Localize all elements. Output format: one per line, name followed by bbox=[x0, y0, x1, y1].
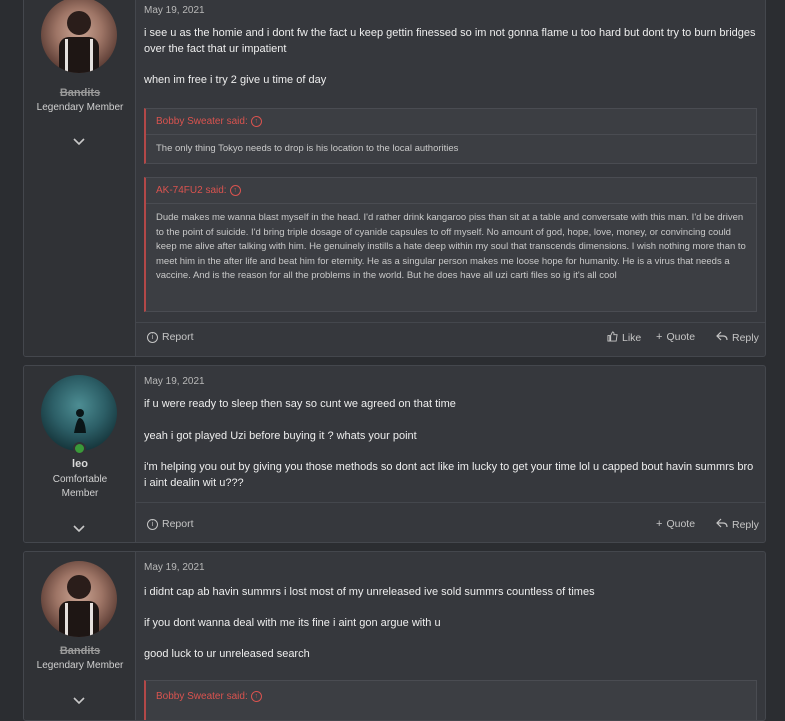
like-button[interactable]: Like bbox=[607, 331, 641, 345]
info-circle-icon: i bbox=[147, 331, 158, 343]
message-paragraph: yeah i got played Uzi before buying it ?… bbox=[144, 430, 417, 442]
user-column: leo Comfortable Member bbox=[24, 366, 136, 542]
post-footer-divider bbox=[136, 322, 765, 323]
quote-divider bbox=[146, 203, 756, 204]
quote-text: Dude makes me wanna blast myself in the … bbox=[156, 212, 746, 281]
reply-icon bbox=[716, 331, 728, 344]
plus-icon: + bbox=[656, 518, 663, 530]
quote-author[interactable]: Bobby Sweater said: ↑ bbox=[156, 691, 262, 702]
user-title: Comfortable Member bbox=[28, 473, 132, 501]
quote-author[interactable]: Bobby Sweater said: ↑ bbox=[156, 116, 262, 127]
message-paragraph: i didnt cap ab havin summrs i lost most … bbox=[144, 586, 595, 598]
quote-label: Quote bbox=[666, 331, 696, 343]
message-paragraph: i see u as the homie and i dont fw the f… bbox=[144, 27, 756, 55]
quote-block: Bobby Sweater said: ↑ The only thing Toky… bbox=[144, 108, 757, 164]
quote-block: Bobby Sweater said: ↑ bbox=[144, 680, 757, 720]
message-paragraph: when im free i try 2 give u time of day bbox=[144, 74, 327, 86]
message-paragraph: i'm helping you out by giving you those … bbox=[144, 461, 754, 489]
report-button[interactable]: i Report bbox=[147, 518, 194, 530]
arrow-up-circle-icon[interactable]: ↑ bbox=[229, 185, 241, 196]
message-paragraph: if u were ready to sleep then say so cun… bbox=[144, 398, 456, 410]
reply-label: Reply bbox=[732, 331, 759, 344]
chevron-down-icon[interactable] bbox=[72, 694, 86, 705]
quote-author[interactable]: AK-74FU2 said: ↑ bbox=[156, 185, 241, 196]
quote-label: Quote bbox=[666, 518, 696, 530]
user-column: Bandits Legendary Member bbox=[24, 552, 136, 720]
user-title-line: Member bbox=[61, 488, 99, 499]
avatar-image bbox=[74, 409, 86, 433]
avatar-image bbox=[59, 11, 99, 73]
message-paragraph: if you dont wanna deal with me its fine … bbox=[144, 617, 441, 629]
user-title-line: Comfortable bbox=[52, 474, 108, 485]
thumbs-up-icon bbox=[607, 331, 618, 345]
quote-author-label[interactable]: Bobby Sweater said: bbox=[156, 691, 248, 702]
post-2: leo Comfortable Member May 19, 2021 if u… bbox=[23, 365, 766, 543]
post-1: Bandits Legendary Member May 19, 2021 i … bbox=[23, 0, 766, 357]
arrow-up-circle-icon[interactable]: ↑ bbox=[250, 691, 262, 702]
avatar-image bbox=[59, 575, 99, 637]
username[interactable]: Bandits bbox=[24, 645, 136, 657]
user-column: Bandits Legendary Member bbox=[24, 0, 136, 356]
post-date[interactable]: May 19, 2021 bbox=[144, 376, 205, 387]
report-label: Report bbox=[162, 518, 194, 530]
avatar[interactable] bbox=[41, 375, 117, 451]
quote-block: AK-74FU2 said: ↑ Dude makes me wanna blas… bbox=[144, 177, 757, 312]
user-title: Legendary Member bbox=[36, 102, 124, 113]
quote-button[interactable]: + Quote bbox=[656, 331, 695, 343]
avatar[interactable] bbox=[41, 0, 117, 73]
username[interactable]: leo bbox=[24, 458, 136, 470]
report-label: Report bbox=[162, 331, 194, 343]
chevron-down-icon[interactable] bbox=[72, 135, 86, 146]
post-footer-divider bbox=[136, 502, 765, 503]
reply-button[interactable]: Reply bbox=[716, 518, 759, 531]
like-label: Like bbox=[622, 332, 642, 344]
avatar[interactable] bbox=[41, 561, 117, 637]
reply-icon bbox=[716, 518, 728, 531]
message-paragraph: good luck to ur unreleased search bbox=[144, 648, 310, 660]
reply-label: Reply bbox=[732, 518, 759, 531]
reply-button[interactable]: Reply bbox=[716, 331, 759, 344]
post-3: Bandits Legendary Member May 19, 2021 i … bbox=[23, 551, 766, 721]
arrow-up-circle-icon[interactable]: ↑ bbox=[250, 116, 262, 127]
chevron-down-icon[interactable] bbox=[72, 522, 86, 533]
report-button[interactable]: i Report bbox=[147, 331, 194, 343]
post-date[interactable]: May 19, 2021 bbox=[144, 562, 205, 573]
username[interactable]: Bandits bbox=[24, 87, 136, 99]
quote-text: The only thing Tokyo needs to drop is hi… bbox=[156, 143, 459, 154]
plus-icon: + bbox=[656, 331, 663, 343]
quote-author-label[interactable]: AK-74FU2 said: bbox=[156, 185, 227, 196]
online-status-icon bbox=[73, 442, 86, 455]
quote-button[interactable]: + Quote bbox=[656, 518, 695, 530]
user-title: Legendary Member bbox=[36, 660, 124, 671]
info-circle-icon: i bbox=[147, 518, 158, 530]
quote-author-label[interactable]: Bobby Sweater said: bbox=[156, 116, 248, 127]
post-date[interactable]: May 19, 2021 bbox=[144, 5, 205, 16]
quote-divider bbox=[146, 134, 756, 135]
